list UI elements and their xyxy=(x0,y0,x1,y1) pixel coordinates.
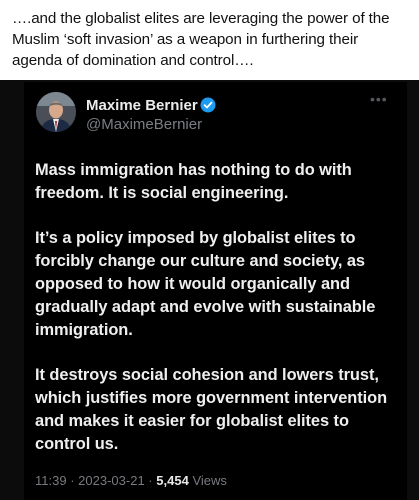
tweet-paragraph-1: Mass immigration has nothing to do with … xyxy=(35,161,352,202)
tweet-card: Maxime Bernier @MaximeBernier ••• Mass i… xyxy=(24,82,407,500)
caption-box: ….and the globalist elites are leveragin… xyxy=(0,0,419,80)
meta-separator: · xyxy=(70,473,75,488)
views-label: Views xyxy=(192,473,227,488)
tweet-date[interactable]: 2023-03-21 xyxy=(78,473,145,488)
meta-separator-2: · xyxy=(148,473,153,488)
tweet-paragraph-2: It’s a policy imposed by globalist elite… xyxy=(35,229,376,339)
more-options-icon[interactable]: ••• xyxy=(370,92,394,106)
tweet-paragraph-3: It destroys social cohesion and lowers t… xyxy=(35,366,388,453)
views-count: 5,454 xyxy=(156,473,189,488)
tweet-time[interactable]: 11:39 xyxy=(35,473,67,488)
author-name[interactable]: Maxime Bernier xyxy=(86,97,198,115)
verified-badge-icon xyxy=(200,97,216,113)
author-handle[interactable]: @MaximeBernier xyxy=(86,116,202,134)
avatar[interactable] xyxy=(36,92,76,132)
tweet-meta: 11:39 · 2023-03-21 · 5,454 Views xyxy=(35,473,227,489)
caption-text: ….and the globalist elites are leveragin… xyxy=(12,10,390,69)
